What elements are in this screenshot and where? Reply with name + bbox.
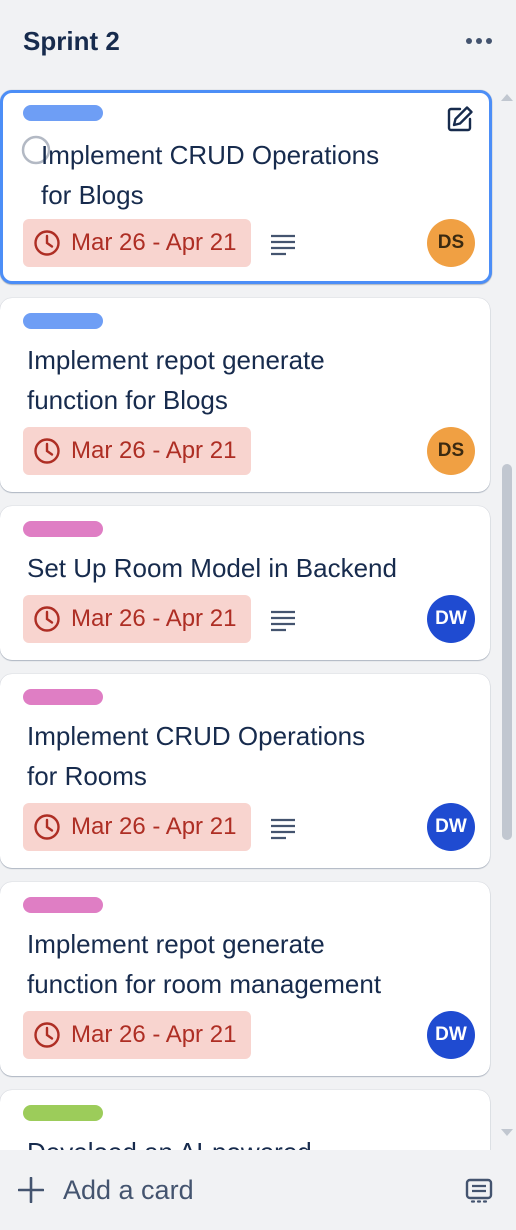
scroll-up-arrow-icon[interactable] — [498, 90, 516, 104]
clock-icon — [34, 814, 60, 840]
scroll-thumb[interactable] — [502, 464, 512, 840]
edit-icon[interactable] — [445, 104, 475, 134]
avatar[interactable]: DW — [427, 1011, 475, 1059]
card[interactable]: Implement CRUD Operations for Rooms Mar … — [0, 674, 490, 868]
due-date-badge[interactable]: Mar 26 - Apr 21 — [23, 1011, 251, 1059]
avatar[interactable]: DW — [427, 803, 475, 851]
scroll-down-arrow-icon[interactable] — [498, 1126, 516, 1140]
more-icon — [466, 38, 492, 44]
card-label[interactable] — [23, 689, 103, 705]
due-date-text: Mar 26 - Apr 21 — [71, 437, 237, 464]
due-date-badge[interactable]: Mar 26 - Apr 21 — [23, 595, 251, 643]
clock-icon — [34, 1022, 60, 1048]
avatar[interactable]: DW — [427, 595, 475, 643]
clock-icon — [34, 230, 60, 256]
card-title: Implement repot generate function for Bl… — [27, 345, 325, 415]
plus-icon — [18, 1177, 44, 1203]
card-title: Implement repot generate function for ro… — [27, 929, 382, 999]
add-card-label: Add a card — [63, 1174, 194, 1205]
list-header: Sprint 2 — [0, 0, 516, 82]
scrollbar[interactable] — [498, 88, 516, 1148]
description-icon — [271, 818, 295, 840]
due-date-badge[interactable]: Mar 26 - Apr 21 — [23, 427, 251, 475]
card-label[interactable] — [23, 1105, 103, 1121]
card-title: Implement CRUD Operations for Rooms — [27, 721, 366, 791]
list-footer: Add a card — [0, 1150, 516, 1230]
card[interactable]: Set Up Room Model in Backend Mar 26 - Ap… — [0, 506, 490, 660]
due-date-text: Mar 26 - Apr 21 — [71, 813, 237, 840]
list-menu-button[interactable] — [464, 26, 494, 56]
card-label[interactable] — [23, 105, 103, 121]
card-label[interactable] — [23, 313, 103, 329]
due-date-text: Mar 26 - Apr 21 — [71, 229, 237, 256]
card[interactable]: Implement repot generate function for Bl… — [0, 298, 490, 492]
card-title: Develoed an AI-powered — [27, 1132, 447, 1150]
due-date-text: Mar 26 - Apr 21 — [71, 605, 237, 632]
card-title: Implement CRUD Operations for Blogs — [41, 140, 380, 210]
clock-icon — [34, 606, 60, 632]
due-date-badge[interactable]: Mar 26 - Apr 21 — [23, 219, 251, 267]
description-icon — [271, 610, 295, 632]
card-label[interactable] — [23, 897, 103, 913]
card[interactable]: Develoed an AI-powered — [0, 1090, 490, 1150]
due-date-text: Mar 26 - Apr 21 — [71, 1021, 237, 1048]
card[interactable]: Implement CRUD Operations for Blogs Mar … — [0, 90, 492, 284]
add-card-button[interactable]: Add a card — [18, 1175, 194, 1206]
list-title[interactable]: Sprint 2 — [23, 26, 120, 57]
clock-icon — [34, 438, 60, 464]
template-icon[interactable] — [464, 1175, 494, 1205]
due-date-badge[interactable]: Mar 26 - Apr 21 — [23, 803, 251, 851]
description-icon — [271, 234, 295, 256]
avatar[interactable]: DS — [427, 219, 475, 267]
card-label[interactable] — [23, 521, 103, 537]
avatar[interactable]: DS — [427, 427, 475, 475]
card-title: Set Up Room Model in Backend — [27, 553, 397, 583]
card[interactable]: Implement repot generate function for ro… — [0, 882, 490, 1076]
card-list: Implement CRUD Operations for Blogs Mar … — [0, 84, 498, 1150]
